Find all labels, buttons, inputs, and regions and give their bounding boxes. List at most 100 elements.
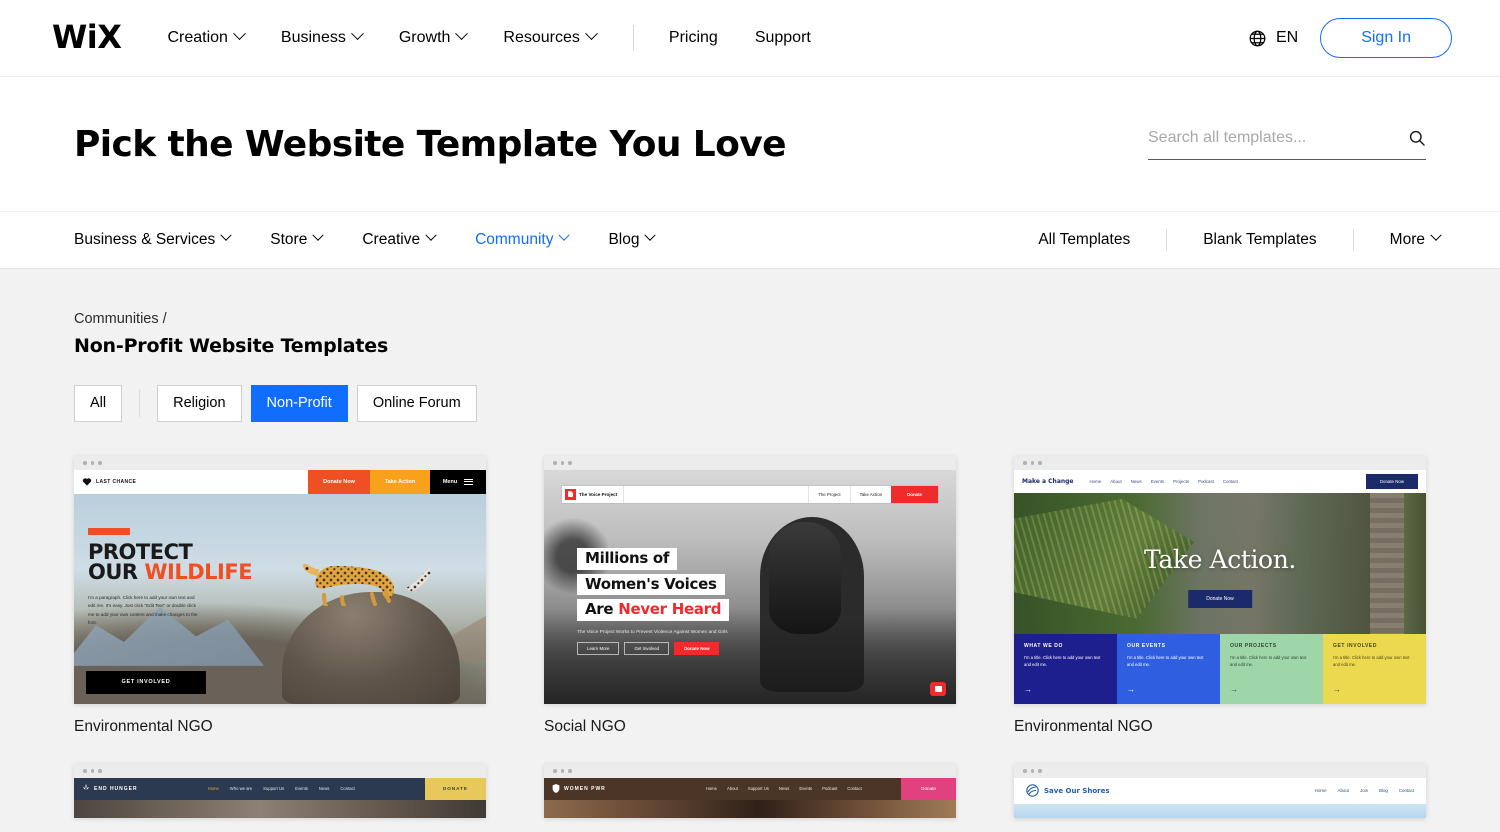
template-preview: END HUNGER Home Who we are Support Us Ev… — [74, 777, 486, 818]
template-preview: Make a Change Home About News Events Pro… — [1014, 469, 1426, 704]
all-templates-link[interactable]: All Templates — [1038, 231, 1130, 249]
preview-nav-link: Podcast — [1198, 478, 1214, 484]
search-input[interactable] — [1148, 128, 1408, 147]
template-thumbnail[interactable]: WOMEN PWR Home About Support Us News Eve… — [544, 763, 956, 818]
main-content: Communities / Non-Profit Website Templat… — [0, 269, 1500, 818]
preview-learn-more-button: Learn More — [577, 641, 620, 655]
nav-item-growth[interactable]: Growth — [399, 26, 469, 47]
preview-get-involved-button: Get Involved — [624, 641, 670, 655]
preview-nav-link: Support Us — [747, 786, 769, 792]
preview-hero: Take Action. Donate Now — [1014, 492, 1426, 634]
preview-brand-label: Make a Change — [1022, 477, 1074, 485]
nav-item-business[interactable]: Business — [281, 26, 364, 47]
filter-pill-religion[interactable]: Religion — [157, 385, 242, 422]
sign-in-button[interactable]: Sign In — [1320, 18, 1452, 58]
chat-bubble-icon — [930, 681, 946, 696]
filter-pill-non-profit[interactable]: Non-Profit — [250, 385, 348, 422]
template-label: Social NGO — [544, 717, 626, 735]
template-thumbnail[interactable]: The Voice Project The Project Take Actio… — [544, 455, 956, 704]
template-card[interactable]: Make a Change Home About News Events Pro… — [1014, 455, 1426, 736]
category-blog[interactable]: Blog — [608, 229, 657, 249]
language-selector[interactable]: EN — [1248, 29, 1298, 48]
preview-hero: PROTECT OUR WILDLIFE I'm a paragraph. Cl… — [74, 493, 486, 704]
template-card[interactable]: The Voice Project The Project Take Actio… — [544, 455, 956, 736]
preview-nav-link: The Project — [808, 485, 849, 503]
wix-logo[interactable]: WiX — [52, 21, 122, 53]
preview-hero-image — [1014, 803, 1426, 818]
filter-pill-all[interactable]: All — [74, 385, 123, 422]
preview-brand-label: LAST CHANCE — [96, 478, 137, 485]
more-menu[interactable]: More — [1390, 229, 1442, 249]
preview-brand: WOMEN PWR — [552, 784, 606, 794]
preview-tile: OUR PROJECTS I'm a title. Click here to … — [1220, 633, 1323, 704]
preview-headline-line2b: WILDLIFE — [144, 560, 253, 585]
template-card[interactable]: Save Our Shores Home About Join Blog Con… — [1014, 763, 1426, 818]
nav-item-support[interactable]: Support — [755, 29, 811, 47]
category-store[interactable]: Store — [270, 229, 325, 249]
chrome-dot-icon — [90, 769, 94, 773]
nav-item-pricing[interactable]: Pricing — [669, 29, 718, 47]
category-creative[interactable]: Creative — [362, 229, 437, 249]
search-icon[interactable] — [1408, 129, 1426, 147]
template-thumbnail[interactable]: Save Our Shores Home About Join Blog Con… — [1014, 763, 1426, 818]
preview-paragraph: I'm a paragraph. Click here to add your … — [88, 594, 198, 626]
chrome-dot-icon — [1023, 769, 1027, 773]
preview-headline-line1: Millions of — [577, 547, 678, 570]
blank-templates-link[interactable]: Blank Templates — [1203, 231, 1316, 249]
preview-nav-link: Join — [1360, 788, 1369, 794]
preview-donate-button: Donate — [891, 485, 938, 503]
preview-menu-label: Menu — [442, 478, 458, 485]
template-search[interactable] — [1148, 128, 1426, 160]
breadcrumb[interactable]: Communities / — [74, 311, 1426, 327]
chrome-dot-icon — [98, 461, 102, 465]
preview-nav-links: The Project Take Action Donate — [808, 485, 938, 503]
language-label: EN — [1275, 29, 1299, 46]
page-title: Pick the Website Template You Love — [74, 123, 787, 165]
nav-item-resources[interactable]: Resources — [503, 26, 598, 47]
header-actions: EN Sign In — [1248, 18, 1452, 58]
template-thumbnail[interactable]: LAST CHANCE Donate Now Take Action Menu — [74, 455, 486, 704]
preview-navbar: LAST CHANCE Donate Now Take Action Menu — [74, 469, 486, 494]
chrome-dot-icon — [560, 461, 564, 465]
category-community[interactable]: Community — [475, 229, 571, 249]
chrome-dot-icon — [83, 769, 87, 773]
preview-tile: GET INVOLVED I'm a title. Click here to … — [1323, 633, 1426, 704]
chrome-dot-icon — [83, 461, 87, 465]
template-grid: LAST CHANCE Donate Now Take Action Menu — [74, 455, 1426, 818]
template-card[interactable]: WOMEN PWR Home About Support Us News Eve… — [544, 763, 956, 818]
nav-item-creation[interactable]: Creation — [167, 26, 246, 47]
preview-hero-image — [74, 799, 486, 818]
preview-brand-label: END HUNGER — [94, 785, 138, 792]
preview-nav-link: Home — [1089, 478, 1102, 484]
preview-donate-button: Donate Now — [308, 469, 370, 494]
preview-tile-text: I'm a title. Click here to add your own … — [1127, 654, 1204, 667]
template-card[interactable]: LAST CHANCE Donate Now Take Action Menu — [74, 455, 486, 736]
heart-icon — [82, 478, 92, 486]
chrome-dot-icon — [1038, 461, 1042, 465]
chevron-down-icon — [585, 26, 598, 40]
preview-brand-label: The Voice Project — [579, 491, 618, 497]
preview-navbar: WOMEN PWR Home About Support Us News Eve… — [544, 777, 956, 800]
category-label: Creative — [362, 231, 421, 248]
browser-chrome-bar — [1014, 455, 1426, 470]
filter-pill-group: All Religion Non-Profit Online Forum — [74, 385, 1426, 422]
template-thumbnail[interactable]: END HUNGER Home Who we are Support Us Ev… — [74, 763, 486, 818]
preview-subtitle: The Voice Project Works to Prevent Viole… — [577, 629, 728, 635]
browser-chrome-bar — [74, 455, 486, 470]
filter-divider — [139, 389, 141, 418]
preview-nav-links: Home About News Events Projects Podcast … — [1090, 479, 1239, 484]
category-label: Store — [270, 231, 308, 248]
preview-cta-button: GET INVOLVED — [86, 670, 206, 694]
preview-navbar: Save Our Shores Home About Join Blog Con… — [1014, 777, 1426, 804]
preview-nav-link: About — [1337, 788, 1349, 794]
preview-hero-image — [544, 799, 956, 818]
nav-divider — [632, 25, 634, 51]
arrow-right-icon: → — [1333, 684, 1341, 694]
wheat-icon — [83, 784, 89, 794]
filter-pill-online-forum[interactable]: Online Forum — [356, 385, 477, 422]
hair-shape — [769, 521, 841, 634]
template-thumbnail[interactable]: Make a Change Home About News Events Pro… — [1014, 455, 1426, 704]
category-business-services[interactable]: Business & Services — [74, 229, 232, 249]
preview-nav-link: Home — [705, 786, 717, 792]
template-card[interactable]: END HUNGER Home Who we are Support Us Ev… — [74, 763, 486, 818]
